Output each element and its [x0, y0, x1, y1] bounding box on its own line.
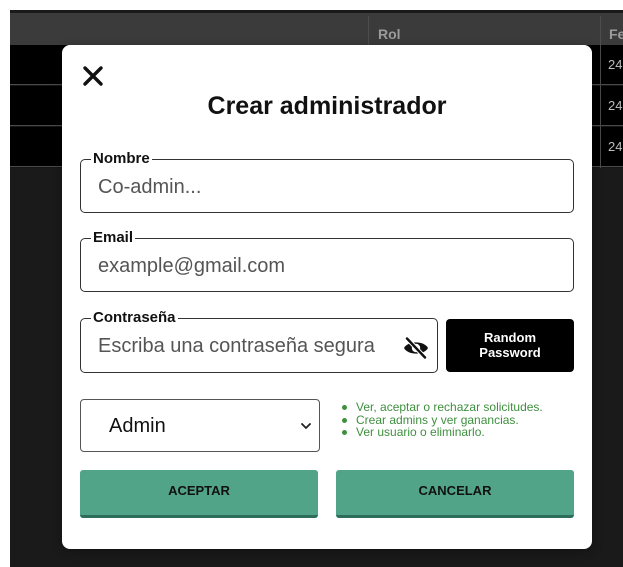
close-icon	[83, 66, 103, 86]
accept-button[interactable]: ACEPTAR	[80, 470, 318, 518]
header-divider	[368, 16, 369, 48]
nombre-fieldset: Nombre	[80, 150, 574, 213]
password-label: Contraseña	[93, 309, 176, 326]
row-date: 24	[608, 57, 623, 72]
role-select[interactable]: Admin	[80, 399, 320, 452]
random-password-label-line2: Password	[479, 345, 541, 360]
role-select-value: Admin	[109, 415, 166, 437]
email-fieldset: Email	[80, 229, 574, 292]
column-header-rol: Rol	[378, 26, 401, 42]
create-admin-modal: Crear administrador Nombre Email Contras…	[62, 45, 592, 549]
email-input[interactable]	[98, 255, 518, 278]
column-divider	[600, 45, 601, 168]
modal-title: Crear administrador	[207, 92, 447, 120]
chevron-down-icon	[301, 422, 311, 430]
eye-slash-icon	[404, 337, 428, 359]
header-divider	[600, 16, 601, 48]
close-button[interactable]	[80, 63, 106, 89]
random-password-label-line1: Random	[484, 330, 536, 345]
password-input[interactable]	[98, 335, 398, 358]
role-permissions-list: Ver, aceptar o rechazar solicitudes. Cre…	[340, 401, 543, 439]
list-item: Ver usuario o eliminarlo.	[340, 426, 543, 439]
nombre-label: Nombre	[93, 150, 150, 167]
list-item: Ver, aceptar o rechazar solicitudes.	[340, 401, 543, 414]
password-visibility-toggle[interactable]	[403, 337, 429, 359]
row-date: 24	[608, 139, 623, 154]
row-date: 24	[608, 98, 623, 113]
cancel-button[interactable]: CANCELAR	[336, 470, 574, 518]
email-label: Email	[93, 229, 134, 246]
table-header: Rol Fe	[10, 10, 623, 48]
password-fieldset: Contraseña	[80, 309, 438, 373]
nombre-input[interactable]	[98, 176, 518, 199]
random-password-button[interactable]: Random Password	[446, 319, 574, 372]
column-header-fecha: Fe	[609, 26, 623, 42]
